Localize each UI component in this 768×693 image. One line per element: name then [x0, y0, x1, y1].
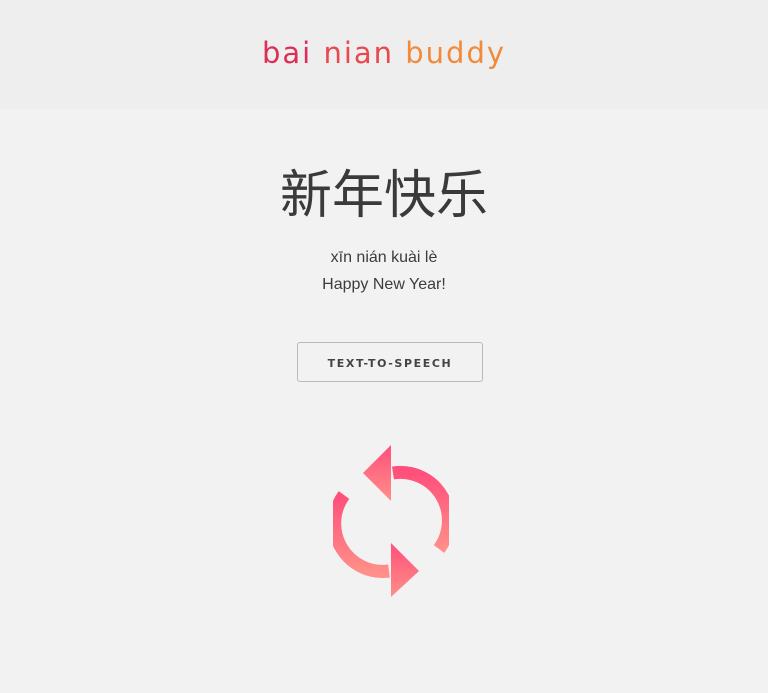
logo-word-2: nian	[323, 36, 395, 70]
text-to-speech-button[interactable]: TEXT-TO-SPEECH	[297, 342, 483, 382]
phrase-translation: Happy New Year!	[322, 276, 446, 293]
app-header: bai nian buddy	[0, 0, 768, 109]
logo-word-3: buddy	[405, 36, 507, 70]
logo-word-1: bai	[261, 36, 313, 70]
app-logo[interactable]: bai nian buddy	[0, 33, 768, 73]
phrase-card: 新年快乐 xīn nián kuài lè Happy New Year! TE…	[0, 109, 768, 693]
phrase-pinyin: xīn nián kuài lè	[330, 249, 438, 266]
refresh-icon[interactable]	[333, 445, 449, 597]
phrase-hanzi: 新年快乐	[279, 166, 488, 226]
